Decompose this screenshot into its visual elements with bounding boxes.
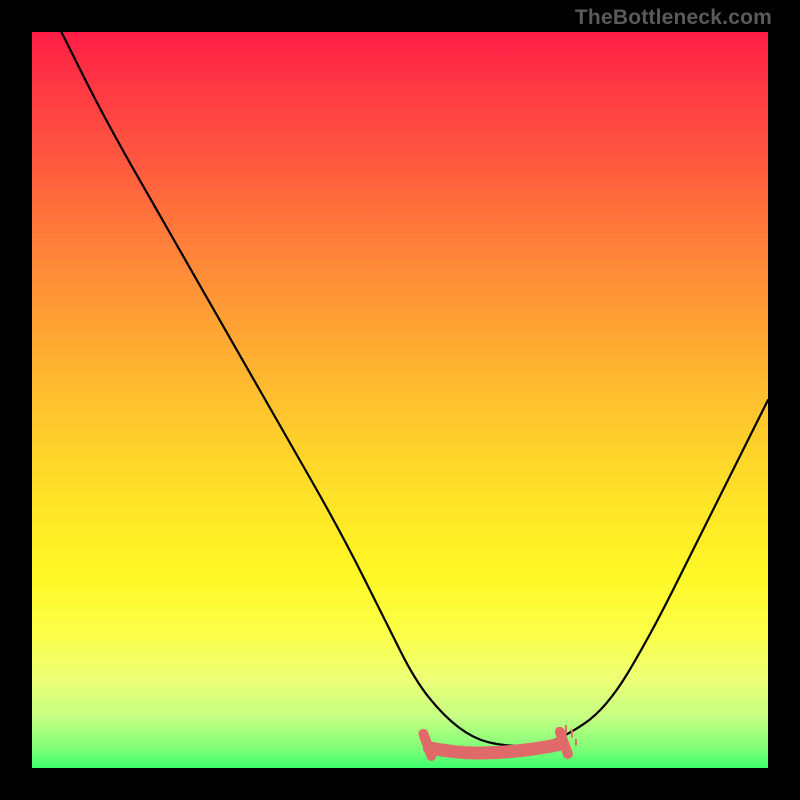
watermark-text: TheBottleneck.com	[575, 6, 772, 30]
optimal-region-left-tick	[423, 734, 431, 756]
chart-frame: TheBottleneck.com	[0, 0, 800, 800]
optimal-region-band	[429, 744, 562, 753]
bottleneck-curve-path	[61, 32, 768, 746]
plot-area	[32, 32, 768, 768]
chart-svg	[32, 32, 768, 768]
